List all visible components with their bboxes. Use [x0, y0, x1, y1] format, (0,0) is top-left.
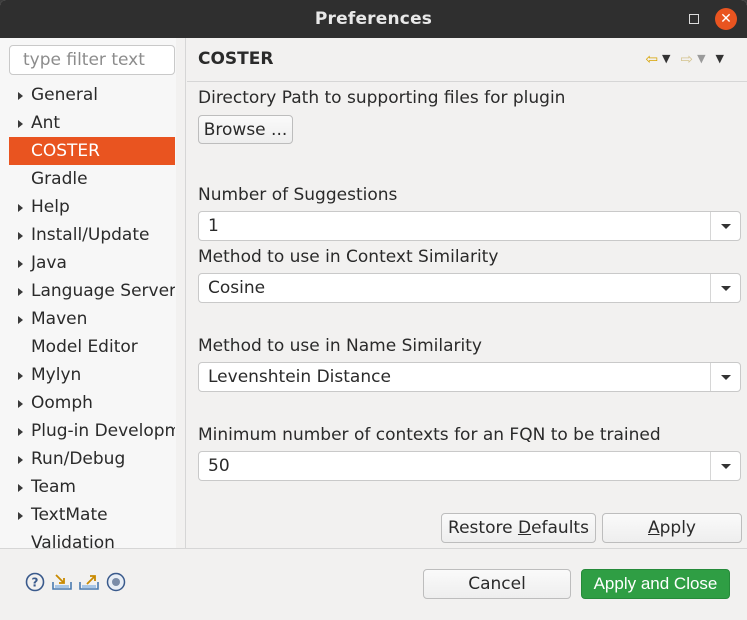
restore-defaults-label-post: efaults	[531, 518, 589, 538]
tree-item-label: Language Servers	[31, 281, 175, 301]
filter-input[interactable]	[9, 45, 175, 75]
tree-item-oomph[interactable]: Oomph	[9, 389, 175, 417]
preference-tree: General Ant COSTER Gradle Help Install/Update…	[9, 81, 175, 557]
context-similarity-value: Cosine	[208, 278, 266, 298]
tree-item-help[interactable]: Help	[9, 193, 175, 221]
tree-scrollbar[interactable]	[176, 38, 185, 548]
tree-item-java[interactable]: Java	[9, 249, 175, 277]
restore-defaults-mnemonic: D	[517, 518, 532, 538]
tree-item-install-update[interactable]: Install/Update	[9, 221, 175, 249]
back-history-chevron-down-icon[interactable]: ▼	[662, 51, 670, 67]
preference-page: COSTER ⇦ ▼ ⇨ ▼ ▼ Directory Path to suppo…	[187, 38, 747, 548]
tree-item-label: Model Editor	[31, 337, 138, 357]
chevron-right-icon[interactable]	[18, 456, 23, 464]
dialog-footer: ? Cancel Apply and Close	[0, 548, 747, 620]
close-icon[interactable]: ✕	[715, 8, 737, 30]
tree-item-label: Gradle	[31, 169, 88, 189]
apply-label-post: pply	[659, 518, 696, 538]
apply-and-close-button[interactable]: Apply and Close	[581, 569, 730, 599]
history-nav: ⇦ ▼ ⇨ ▼ ▼	[645, 51, 730, 67]
svg-text:?: ?	[32, 576, 39, 590]
tree-item-label: Plug-in Development	[31, 421, 175, 441]
chevron-right-icon[interactable]	[18, 92, 23, 100]
directory-path-label: Directory Path to supporting files for p…	[198, 88, 566, 108]
help-icon[interactable]: ?	[25, 572, 45, 592]
forward-history-chevron-down-icon[interactable]: ▼	[697, 51, 705, 67]
window-title: Preferences	[314, 9, 433, 29]
tree-item-label: COSTER	[31, 141, 100, 161]
tree-item-label: Team	[31, 477, 76, 497]
chevron-right-icon[interactable]	[18, 484, 23, 492]
tree-item-label: Install/Update	[31, 225, 150, 245]
tree-item-general[interactable]: General	[9, 81, 175, 109]
context-similarity-select[interactable]: Cosine	[198, 273, 741, 303]
name-similarity-value: Levenshtein Distance	[208, 367, 391, 387]
back-arrow-icon[interactable]: ⇦	[645, 51, 658, 67]
tree-item-plug-in-development[interactable]: Plug-in Development	[9, 417, 175, 445]
min-contexts-label: Minimum number of contexts for an FQN to…	[198, 425, 661, 445]
maximize-icon[interactable]	[689, 14, 699, 24]
tree-item-maven[interactable]: Maven	[9, 305, 175, 333]
chevron-right-icon[interactable]	[18, 372, 23, 380]
chevron-right-icon[interactable]	[18, 260, 23, 268]
tree-item-label: General	[31, 85, 98, 105]
chevron-right-icon[interactable]	[18, 316, 23, 324]
tree-item-label: Mylyn	[31, 365, 82, 385]
chevron-right-icon[interactable]	[18, 428, 23, 436]
chevron-right-icon[interactable]	[18, 204, 23, 212]
import-icon[interactable]	[51, 572, 73, 592]
cancel-button[interactable]: Cancel	[423, 569, 571, 599]
tree-item-label: TextMate	[31, 505, 108, 525]
view-menu-chevron-down-icon[interactable]: ▼	[716, 51, 724, 67]
page-title: COSTER	[198, 49, 274, 69]
oomph-record-icon[interactable]	[106, 572, 126, 592]
titlebar: Preferences ✕	[0, 0, 747, 38]
tree-item-model-editor[interactable]: Model Editor	[9, 333, 175, 361]
tree-item-label: Oomph	[31, 393, 93, 413]
chevron-right-icon[interactable]	[18, 400, 23, 408]
chevron-down-icon[interactable]	[710, 212, 740, 240]
divider	[187, 81, 747, 82]
tree-item-textmate[interactable]: TextMate	[9, 501, 175, 529]
browse-button[interactable]: Browse ...	[198, 115, 293, 144]
name-similarity-select[interactable]: Levenshtein Distance	[198, 362, 741, 392]
tree-item-team[interactable]: Team	[9, 473, 175, 501]
preference-tree-panel: General Ant COSTER Gradle Help Install/Update…	[0, 38, 186, 553]
restore-defaults-button[interactable]: Restore Defaults	[441, 513, 596, 543]
export-icon[interactable]	[78, 572, 100, 592]
apply-button[interactable]: Apply	[602, 513, 742, 543]
tree-item-language-servers[interactable]: Language Servers	[9, 277, 175, 305]
suggestions-value: 1	[208, 216, 219, 236]
tree-item-label: Run/Debug	[31, 449, 126, 469]
chevron-down-icon[interactable]	[710, 363, 740, 391]
tree-item-label: Java	[31, 253, 67, 273]
tree-item-mylyn[interactable]: Mylyn	[9, 361, 175, 389]
tree-item-label: Ant	[31, 113, 61, 133]
tree-item-label: Maven	[31, 309, 88, 329]
tree-item-coster[interactable]: COSTER	[9, 137, 175, 165]
min-contexts-select[interactable]: 50	[198, 451, 741, 481]
tree-item-ant[interactable]: Ant	[9, 109, 175, 137]
min-contexts-value: 50	[208, 456, 230, 476]
suggestions-select[interactable]: 1	[198, 211, 741, 241]
chevron-right-icon[interactable]	[18, 512, 23, 520]
context-similarity-label: Method to use in Context Similarity	[198, 247, 499, 267]
forward-arrow-icon[interactable]: ⇨	[680, 51, 693, 67]
suggestions-label: Number of Suggestions	[198, 185, 398, 205]
chevron-right-icon[interactable]	[18, 120, 23, 128]
tree-item-gradle[interactable]: Gradle	[9, 165, 175, 193]
preferences-window: Preferences ✕ General Ant COSTER Gradle Help…	[0, 0, 747, 620]
chevron-right-icon[interactable]	[18, 232, 23, 240]
name-similarity-label: Method to use in Name Similarity	[198, 336, 482, 356]
chevron-down-icon[interactable]	[710, 452, 740, 480]
tree-item-label: Help	[31, 197, 70, 217]
tree-item-run-debug[interactable]: Run/Debug	[9, 445, 175, 473]
apply-mnemonic: A	[647, 518, 660, 538]
chevron-right-icon[interactable]	[18, 288, 23, 296]
chevron-down-icon[interactable]	[710, 274, 740, 302]
restore-defaults-label-pre: Restore	[448, 518, 518, 538]
